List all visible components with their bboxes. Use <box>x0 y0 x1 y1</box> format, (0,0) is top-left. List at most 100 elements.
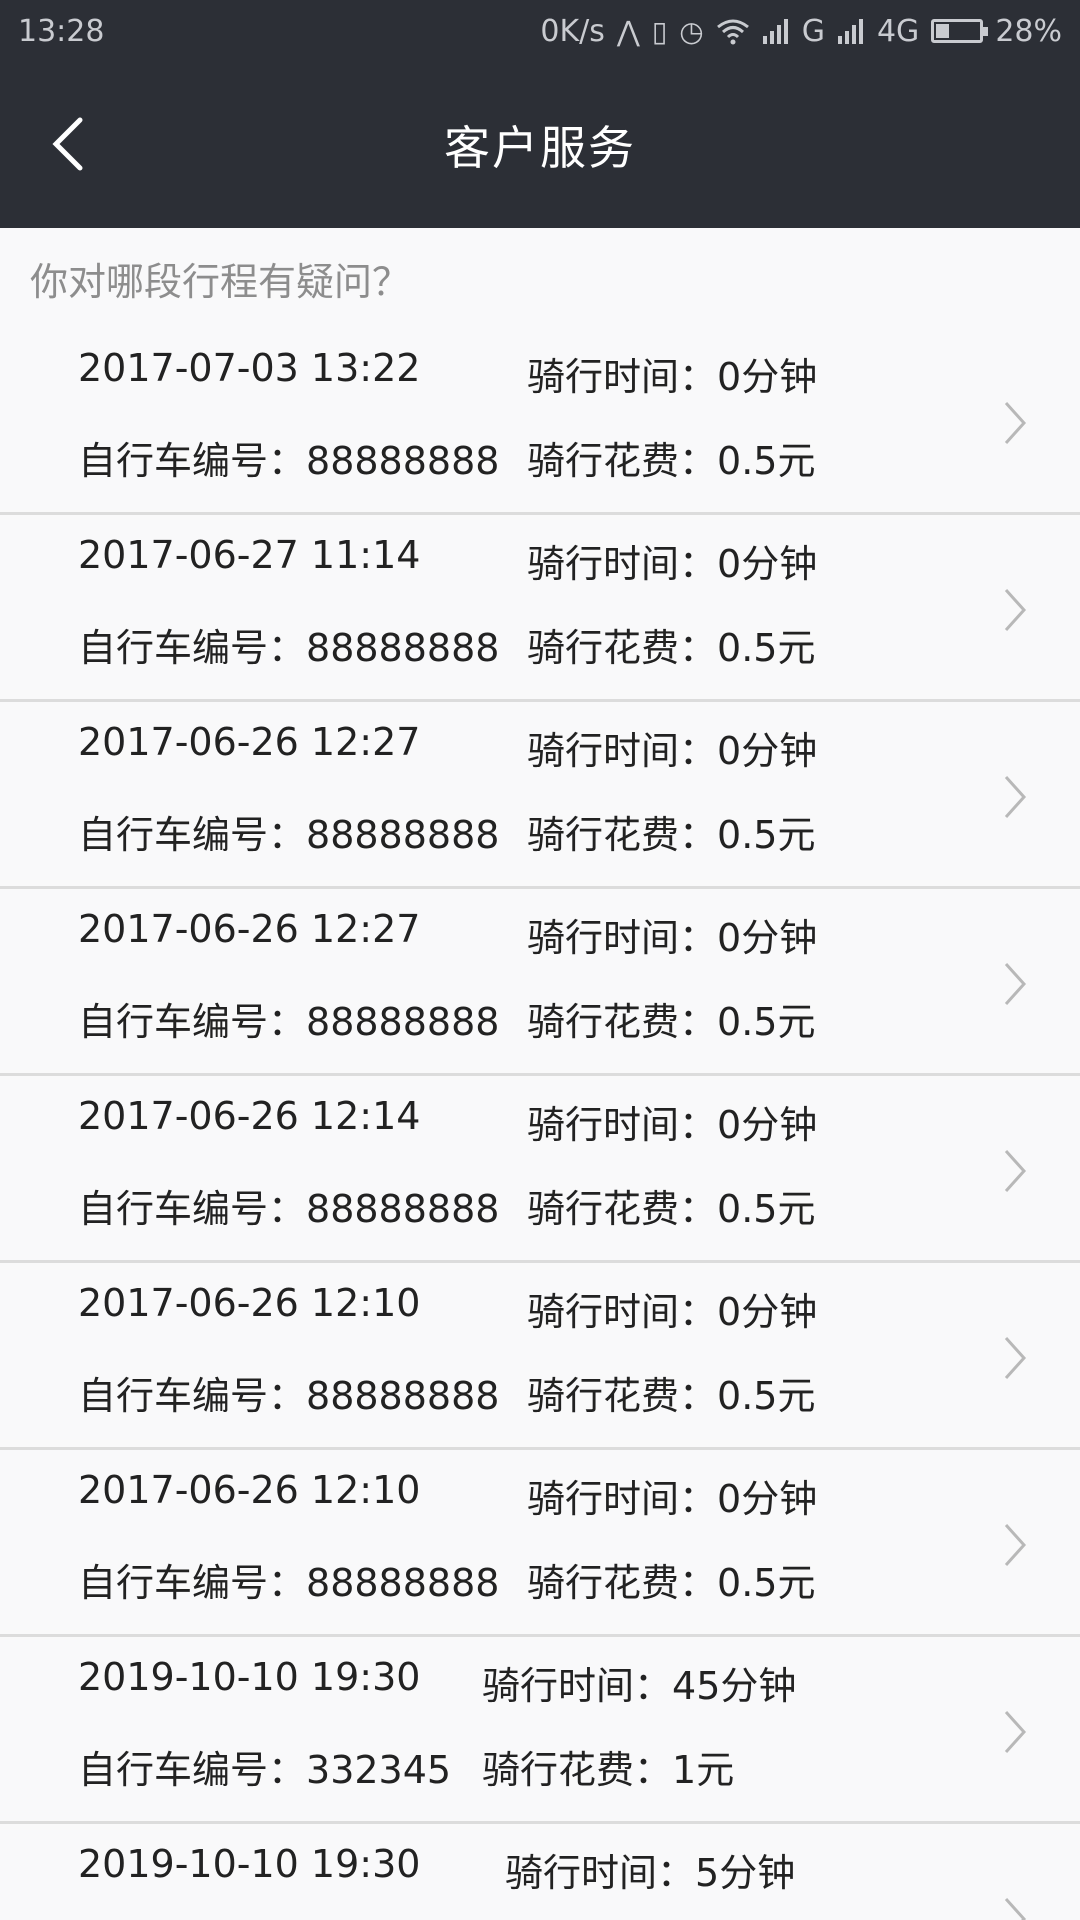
trip-duration: 骑行时间：0分钟 <box>527 1094 817 1149</box>
trip-datetime: 2017-06-26 12:14 <box>78 1094 421 1138</box>
ride-cost-label: 骑行花费： <box>527 1561 718 1605</box>
chevron-right-icon <box>1004 1336 1027 1380</box>
net-speed: 0K/s <box>540 13 605 49</box>
trip-datetime: 2017-06-26 12:10 <box>78 1468 421 1512</box>
bike-no-value: 88888888 <box>306 1000 500 1044</box>
bike-no-label: 自行车编号： <box>78 1561 307 1605</box>
trip-row[interactable]: 2017-06-26 12:27 骑行时间：0分钟 自行车编号：88888888… <box>0 702 1080 889</box>
trip-datetime: 2017-06-26 12:10 <box>78 1281 421 1325</box>
ride-cost-label: 骑行花费： <box>527 1374 718 1418</box>
trip-duration: 骑行时间：0分钟 <box>527 907 817 962</box>
trip-bike-number: 自行车编号：88888888 <box>78 804 499 859</box>
trip-row[interactable]: 2017-06-26 12:10 骑行时间：0分钟 自行车编号：88888888… <box>0 1263 1080 1450</box>
page-title: 客户服务 <box>444 121 636 175</box>
signal-type-2: 4G <box>876 13 920 49</box>
trip-bike-number: 自行车编号：88888888 <box>78 991 499 1046</box>
bike-no-value: 88888888 <box>306 1561 500 1605</box>
trip-duration: 骑行时间：5分钟 <box>505 1842 795 1897</box>
chevron-right-icon <box>1004 588 1027 632</box>
battery-percent: 28% <box>995 13 1062 49</box>
trip-datetime: 2017-06-26 12:27 <box>78 720 421 764</box>
bike-no-label: 自行车编号： <box>78 1000 307 1044</box>
trip-cost: 骑行花费：0.5元 <box>527 617 815 672</box>
bike-no-value: 88888888 <box>306 1187 500 1231</box>
ride-cost-value: 1元 <box>672 1748 735 1792</box>
wifi-icon <box>716 19 749 45</box>
ride-time-label: 骑行时间： <box>527 729 718 773</box>
bike-no-label: 自行车编号： <box>78 626 307 670</box>
ride-time-value: 0分钟 <box>717 1477 818 1521</box>
trip-duration: 骑行时间：0分钟 <box>527 720 817 775</box>
trip-list: 2017-07-03 13:22 骑行时间：0分钟 自行车编号：88888888… <box>0 328 1080 1920</box>
bike-no-label: 自行车编号： <box>78 1187 307 1231</box>
ride-cost-value: 0.5元 <box>717 626 816 670</box>
trip-cost: 骑行花费：0.5元 <box>527 804 815 859</box>
chevron-right-icon <box>1004 775 1027 819</box>
trip-datetime: 2019-10-10 19:30 <box>78 1842 421 1886</box>
trip-datetime: 2017-06-26 12:27 <box>78 907 421 951</box>
chevron-left-icon[interactable] <box>40 112 100 176</box>
trip-cost: 骑行花费：1元 <box>482 1739 734 1794</box>
ride-cost-value: 0.5元 <box>717 1187 816 1231</box>
status-bar: 13:28 0K/s ⋀ ▯ ◷ G 4G 28% <box>0 0 1080 62</box>
trip-cost: 骑行花费：0.5元 <box>527 1365 815 1420</box>
ride-cost-label: 骑行花费： <box>527 1000 718 1044</box>
bike-no-value: 332345 <box>306 1748 452 1792</box>
chevron-right-icon <box>1004 1897 1027 1920</box>
trip-cost: 骑行花费：0.5元 <box>527 991 815 1046</box>
bike-no-label: 自行车编号： <box>78 813 307 857</box>
ride-cost-value: 0.5元 <box>717 1000 816 1044</box>
ride-cost-label: 骑行花费： <box>527 439 718 483</box>
ride-cost-label: 骑行花费： <box>527 813 718 857</box>
ride-time-value: 0分钟 <box>717 542 818 586</box>
trip-row[interactable]: 2017-06-26 12:27 骑行时间：0分钟 自行车编号：88888888… <box>0 889 1080 1076</box>
ride-time-label: 骑行时间： <box>527 1290 718 1334</box>
ride-time-value: 0分钟 <box>717 1290 818 1334</box>
trip-duration: 骑行时间：0分钟 <box>527 1468 817 1523</box>
trip-cost: 骑行花费：0.5元 <box>527 430 815 485</box>
trip-row[interactable]: 2017-06-27 11:14 骑行时间：0分钟 自行车编号：88888888… <box>0 515 1080 702</box>
trip-datetime: 2017-07-03 13:22 <box>78 346 421 390</box>
app-bar: 客户服务 <box>0 62 1080 228</box>
bike-no-value: 88888888 <box>306 626 500 670</box>
bike-no-value: 88888888 <box>306 813 500 857</box>
ride-time-value: 45分钟 <box>672 1664 797 1708</box>
trip-row[interactable]: 2017-06-26 12:14 骑行时间：0分钟 自行车编号：88888888… <box>0 1076 1080 1263</box>
trip-cost: 骑行花费：0.5元 <box>527 1552 815 1607</box>
chevron-right-icon <box>1004 1149 1027 1193</box>
trip-datetime: 2019-10-10 19:30 <box>78 1655 421 1699</box>
trip-bike-number: 自行车编号：88888888 <box>78 1552 499 1607</box>
ride-time-value: 0分钟 <box>717 1103 818 1147</box>
trip-row[interactable]: 2017-06-26 12:10 骑行时间：0分钟 自行车编号：88888888… <box>0 1450 1080 1637</box>
trip-duration: 骑行时间：0分钟 <box>527 1281 817 1336</box>
trip-bike-number: 自行车编号：88888888 <box>78 1178 499 1233</box>
trip-bike-number: 自行车编号：332345 <box>78 1739 451 1794</box>
signal-icon <box>762 19 788 44</box>
chevron-right-icon <box>1004 401 1027 445</box>
bike-no-value: 88888888 <box>306 1374 500 1418</box>
battery-fill <box>936 24 950 38</box>
trip-question: 你对哪段行程有疑问？ <box>30 259 411 304</box>
ride-time-label: 骑行时间： <box>527 916 718 960</box>
trip-datetime: 2017-06-27 11:14 <box>78 533 421 577</box>
nav-icon: ⋀ <box>616 14 640 48</box>
status-icons: 0K/s ⋀ ▯ ◷ G 4G 28% <box>540 14 1062 49</box>
bike-no-value: 88888888 <box>306 439 500 483</box>
signal-type-1: G <box>801 13 825 49</box>
alarm-icon: ◷ <box>679 14 704 48</box>
trip-duration: 骑行时间：45分钟 <box>482 1655 796 1710</box>
chevron-right-icon <box>1004 962 1027 1006</box>
ride-cost-value: 0.5元 <box>717 813 816 857</box>
trip-row[interactable]: 2019-10-10 19:30 骑行时间：45分钟 自行车编号：332345 … <box>0 1637 1080 1824</box>
trip-row[interactable]: 2019-10-10 19:30 骑行时间：5分钟 自行车编号： 骑行花费： <box>0 1824 1080 1920</box>
ride-cost-label: 骑行花费： <box>527 626 718 670</box>
trip-duration: 骑行时间：0分钟 <box>527 346 817 401</box>
status-time: 13:28 <box>18 13 105 49</box>
trip-bike-number: 自行车编号：88888888 <box>78 430 499 485</box>
ride-time-label: 骑行时间： <box>527 1103 718 1147</box>
trip-row[interactable]: 2017-07-03 13:22 骑行时间：0分钟 自行车编号：88888888… <box>0 328 1080 515</box>
trip-duration: 骑行时间：0分钟 <box>527 533 817 588</box>
ride-time-value: 0分钟 <box>717 729 818 773</box>
trip-bike-number: 自行车编号：88888888 <box>78 617 499 672</box>
chevron-right-icon <box>1004 1710 1027 1754</box>
